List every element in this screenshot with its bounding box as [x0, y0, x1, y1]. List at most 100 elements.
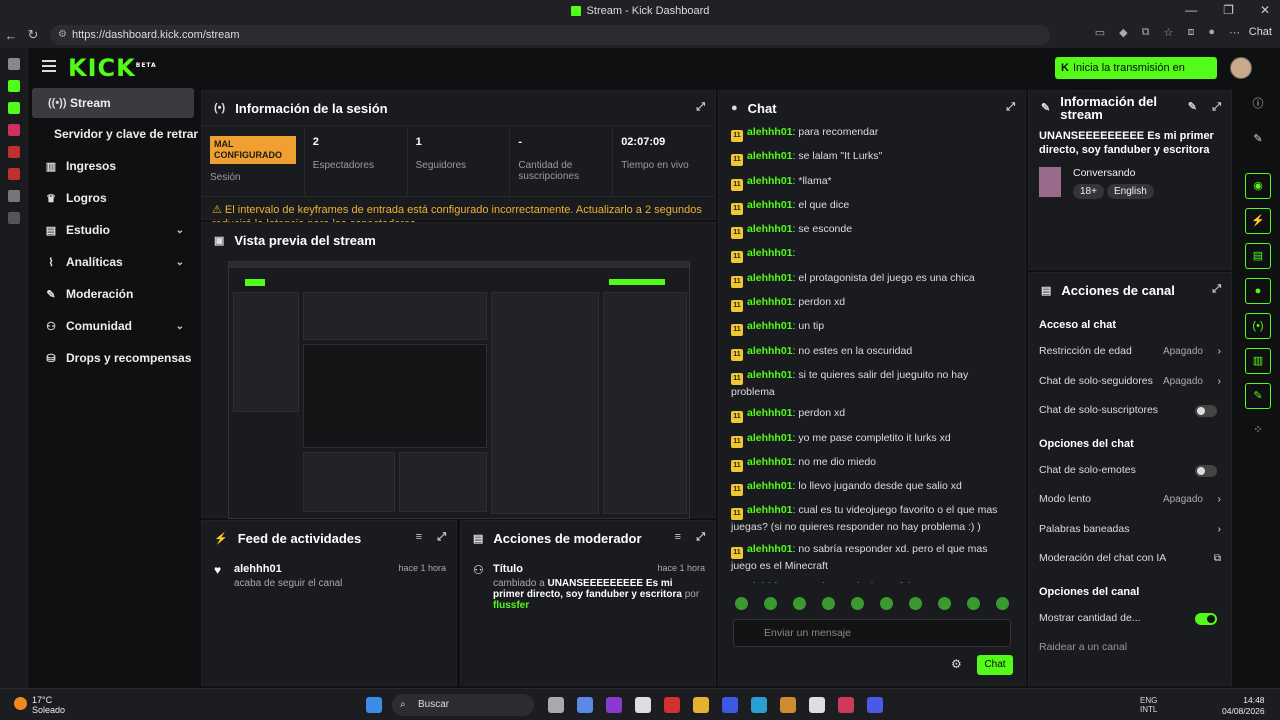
add-icon[interactable] [7, 212, 20, 224]
wrench-icon[interactable]: ✎ [1245, 383, 1271, 409]
chat-username[interactable]: alehhh01 [747, 581, 793, 583]
expand-icon[interactable]: ⤢ [1006, 101, 1015, 114]
chat-username[interactable]: alehhh01 [747, 345, 793, 357]
expand-icon[interactable]: ⤢ [696, 531, 705, 544]
expand-icon[interactable]: ⤢ [1212, 283, 1221, 296]
extension-icon[interactable]: ◆ [1119, 26, 1127, 39]
back-icon[interactable]: ← [0, 28, 22, 43]
document-icon[interactable]: ▤ [1245, 243, 1271, 269]
sidebar-item-estudio[interactable]: ▤ Estudio ⌄ [28, 214, 198, 246]
chat-username[interactable]: alehhh01 [747, 504, 793, 516]
channel-action-row[interactable]: Palabras baneadas › [1029, 515, 1231, 545]
gear-icon[interactable]: ⚙ [951, 657, 962, 671]
list-icon[interactable]: ▥ [1245, 348, 1271, 374]
profile-icon[interactable]: ● [1208, 26, 1215, 39]
read-mode-icon[interactable]: ▭ [1095, 26, 1105, 39]
weather-widget[interactable]: 17°C Soleado [14, 695, 65, 715]
channel-action-row[interactable]: Chat de solo-suscriptores [1029, 396, 1231, 426]
sidebar-item-server-key[interactable]: Servidor y clave de retransmisión [28, 118, 198, 150]
chat-username[interactable]: alehhh01 [747, 456, 793, 468]
chat-username[interactable]: alehhh01 [747, 296, 793, 308]
extensions-icon[interactable]: ⧉ [1142, 26, 1150, 39]
sidebar-item-moderacion[interactable]: ✎ Moderación [28, 278, 198, 310]
restore-icon[interactable]: ❐ [1223, 3, 1234, 17]
avatar[interactable] [1230, 57, 1252, 79]
chat-username[interactable]: alehhh01 [747, 223, 793, 235]
emote-icon[interactable] [996, 597, 1009, 610]
emote-icon[interactable] [793, 597, 806, 610]
go-live-button[interactable]: Inicia la transmisión en directo [1055, 57, 1217, 96]
chat-send-button[interactable]: Chat [977, 655, 1013, 675]
kick-tab-icon[interactable] [7, 102, 20, 114]
chat-username[interactable]: alehhh01 [747, 407, 793, 419]
app-icon[interactable] [809, 697, 825, 713]
gmail-icon[interactable] [7, 168, 20, 180]
info-icon[interactable]: ⓘ [1245, 92, 1271, 118]
taskbar-search[interactable]: ⌕ Buscar [392, 694, 534, 716]
chat-username[interactable]: alehhh01 [747, 126, 793, 138]
channel-action-row[interactable]: Chat de solo-seguidores Apagado › [1029, 367, 1231, 397]
url-field[interactable]: ⚙ https://dashboard.kick.com/stream [50, 25, 1050, 45]
chat-username[interactable]: alehhh01 [747, 272, 793, 284]
sidebar-item-ingresos[interactable]: ▥ Ingresos [28, 150, 198, 182]
edit-icon[interactable]: ✎ [1245, 127, 1271, 153]
expand-icon[interactable]: ⤢ [437, 531, 446, 544]
app-icon[interactable] [838, 697, 854, 713]
chat-username[interactable]: alehhh01 [747, 480, 793, 492]
sidebar-item-drops[interactable]: ⛁ Drops y recompensas [28, 342, 198, 374]
kick-tab-icon[interactable] [7, 80, 20, 92]
emote-icon[interactable] [880, 597, 893, 610]
close-icon[interactable]: ✕ [1260, 3, 1270, 17]
chat-username[interactable]: alehhh01 [747, 369, 793, 381]
emote-icon[interactable] [909, 597, 922, 610]
reload-icon[interactable]: ↻ [22, 27, 44, 43]
chat-username[interactable]: alehhh01 [747, 247, 793, 259]
collections-icon[interactable]: ⧈ [1187, 26, 1194, 39]
edit-icon[interactable]: ✎ [1188, 101, 1197, 114]
channel-action-row[interactable]: Chat de solo-emotes [1029, 456, 1231, 486]
chat-username[interactable]: alehhh01 [747, 199, 793, 211]
emote-icon[interactable] [967, 597, 980, 610]
app-icon[interactable] [7, 124, 20, 136]
expand-icon[interactable]: ⤢ [1212, 101, 1221, 114]
filter-icon[interactable]: ≡ [675, 531, 681, 543]
sidebar-item-stream[interactable]: ((•)) Stream [32, 88, 194, 118]
favorites-icon[interactable]: ☆ [1163, 26, 1173, 39]
chat-input[interactable]: Enviar un mensaje [733, 619, 1011, 647]
emote-icon[interactable] [822, 597, 835, 610]
toggle[interactable] [1195, 612, 1217, 625]
more-icon[interactable]: ⁘ [1245, 418, 1271, 444]
chat-username[interactable]: alehhh01 [747, 175, 793, 187]
expand-icon[interactable]: ⤢ [696, 101, 705, 114]
channel-action-row[interactable]: Raidear a un canal [1029, 633, 1231, 663]
clock[interactable]: 14:48 04/08/2026 [1222, 695, 1265, 717]
sidebar-item-comunidad[interactable]: ⚇ Comunidad ⌄ [28, 310, 198, 342]
chat-username[interactable]: alehhh01 [747, 320, 793, 332]
language-indicator[interactable]: ENG INTL [1140, 696, 1157, 714]
stream-preview[interactable] [228, 261, 690, 519]
site-info-icon[interactable]: ⚙ [58, 25, 67, 45]
emote-icon[interactable] [938, 597, 951, 610]
copilot-chat-button[interactable]: Chat [1249, 26, 1272, 38]
lightning-icon[interactable]: ⚡ [1245, 208, 1271, 234]
sidebar-item-analiticas[interactable]: ⌇ Analíticas ⌄ [28, 246, 198, 278]
chevron-icon[interactable] [7, 58, 20, 70]
emote-icon[interactable] [735, 597, 748, 610]
windows-start-icon[interactable] [366, 697, 382, 713]
channel-action-row[interactable]: Modo lento Apagado › [1029, 485, 1231, 515]
channel-action-row[interactable]: Restricción de edad Apagado › [1029, 337, 1231, 367]
app-icon[interactable] [7, 190, 20, 202]
emote-icon[interactable] [851, 597, 864, 610]
minimize-icon[interactable]: — [1185, 3, 1197, 17]
sidebar-item-logros[interactable]: ♛ Logros [28, 182, 198, 214]
edge-icon[interactable] [751, 697, 767, 713]
more-icon[interactable]: ⋯ [1229, 26, 1240, 39]
chat-bubble-icon[interactable]: ● [1245, 278, 1271, 304]
broadcast-icon[interactable]: (•) [1245, 313, 1271, 339]
camera-icon[interactable]: ◉ [1245, 173, 1271, 199]
kick-logo[interactable]: KICKBETA [68, 54, 157, 82]
channel-action-row[interactable]: Mostrar cantidad de... [1029, 604, 1231, 634]
app-icon[interactable] [867, 697, 883, 713]
gmail-icon[interactable] [7, 146, 20, 158]
menu-icon[interactable] [42, 60, 56, 72]
